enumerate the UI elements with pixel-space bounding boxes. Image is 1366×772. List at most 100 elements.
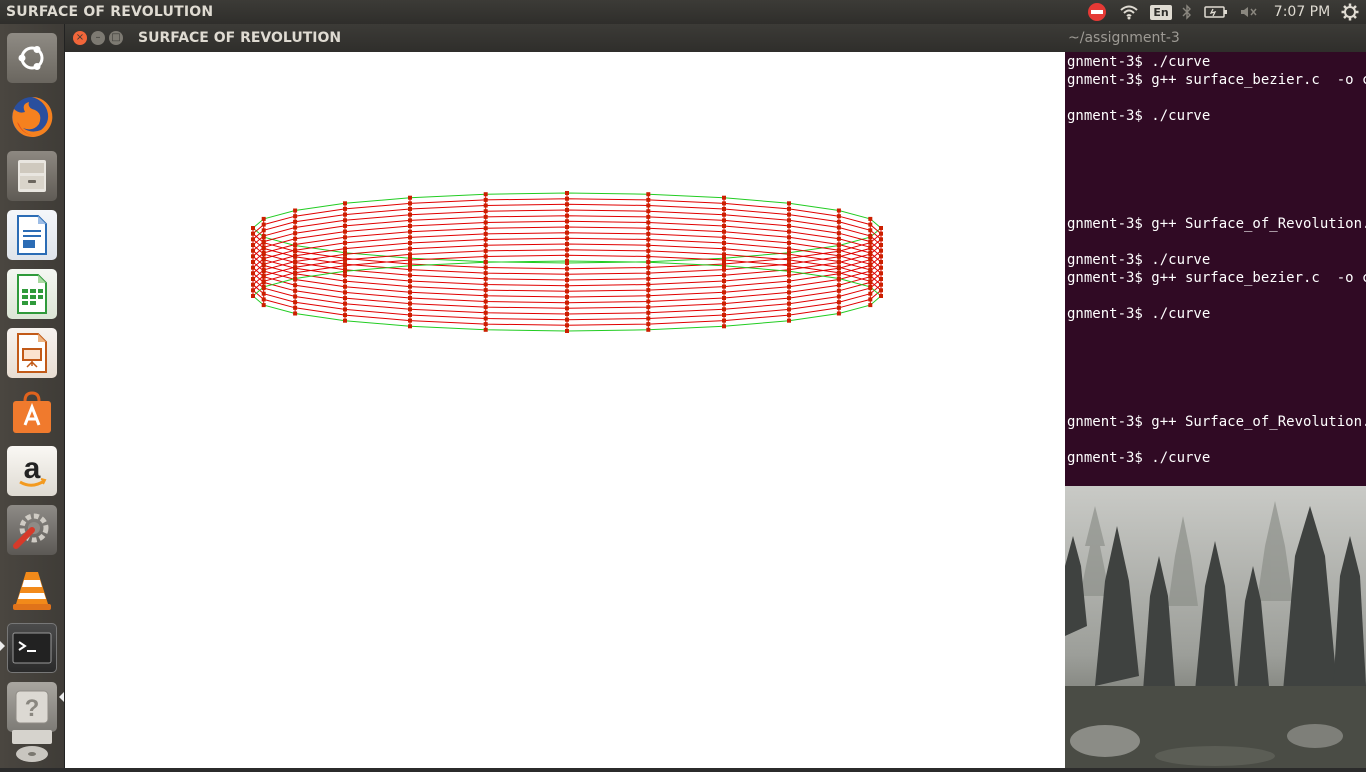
control-point — [836, 305, 841, 310]
control-point — [293, 259, 298, 264]
control-point — [787, 313, 791, 318]
control-point — [483, 322, 488, 327]
svg-text:a: a — [24, 452, 41, 485]
writer-icon — [17, 215, 47, 255]
control-point — [879, 265, 883, 270]
control-point — [565, 306, 569, 311]
control-point — [343, 218, 347, 223]
control-point — [293, 242, 298, 247]
control-point — [343, 269, 347, 274]
control-point — [261, 279, 266, 284]
control-point — [483, 243, 488, 248]
control-point — [787, 223, 791, 228]
control-point — [483, 192, 488, 197]
control-point — [251, 226, 255, 230]
control-point — [646, 192, 651, 197]
control-point — [646, 254, 651, 259]
control-point — [483, 316, 488, 321]
control-point — [565, 283, 569, 288]
control-point — [868, 228, 873, 233]
terminal-line: gnment-3$ g++ Surface_of_Revolution.c -o… — [1067, 216, 1366, 232]
control-point — [722, 258, 726, 262]
file-cabinet-icon — [18, 160, 46, 192]
terminal-line: gnment-3$ g++ Surface_of_Revolution.c -o… — [1067, 414, 1366, 430]
control-point — [408, 267, 412, 272]
control-point — [261, 239, 266, 244]
gear-icon[interactable] — [1339, 0, 1361, 24]
maximize-button[interactable]: □ — [109, 31, 123, 45]
control-point — [565, 272, 569, 277]
control-point — [787, 273, 791, 278]
app-titlebar[interactable]: × – □ SURFACE OF REVOLUTION — [65, 24, 1065, 52]
volume-muted-icon[interactable] — [1238, 0, 1260, 24]
top-panel: SURFACE OF REVOLUTION En 7:07 PM — [0, 0, 1366, 24]
control-point — [722, 296, 726, 300]
control-point — [251, 231, 255, 236]
battery-icon[interactable] — [1203, 0, 1229, 24]
clock[interactable]: 7:07 PM — [1270, 0, 1334, 24]
launcher-item-vlc[interactable] — [7, 564, 57, 614]
launcher-item-libreoffice-impress[interactable] — [7, 328, 57, 378]
control-point — [261, 245, 266, 250]
launcher-item-system-settings[interactable] — [7, 505, 57, 555]
control-point — [879, 282, 883, 287]
control-point — [787, 212, 791, 217]
impress-icon — [17, 333, 47, 373]
control-point — [646, 243, 651, 248]
wifi-icon[interactable] — [1117, 0, 1141, 24]
control-point — [261, 228, 266, 233]
control-point — [343, 201, 347, 206]
control-point — [879, 231, 883, 236]
control-point — [836, 253, 841, 258]
minimize-button[interactable]: – — [91, 31, 105, 45]
keyboard-lang-label: En — [1150, 4, 1172, 20]
control-point — [343, 263, 347, 268]
launcher-item-amazon[interactable]: a — [7, 446, 57, 496]
control-point — [565, 323, 569, 328]
control-point — [722, 252, 726, 257]
control-point — [879, 243, 883, 247]
control-point — [879, 294, 883, 298]
launcher-item-libreoffice-writer[interactable] — [7, 210, 57, 260]
control-point — [343, 235, 347, 240]
control-point — [408, 246, 412, 251]
control-point — [868, 297, 873, 302]
control-point — [565, 247, 569, 252]
launcher-item-dvd-drive[interactable] — [7, 726, 57, 766]
control-point — [293, 305, 298, 310]
control-point — [293, 253, 298, 258]
bluetooth-icon[interactable] — [1178, 0, 1196, 24]
no-entry-icon[interactable] — [1086, 0, 1108, 24]
control-point — [646, 265, 651, 270]
launcher-item-software-center[interactable] — [7, 387, 57, 437]
terminal-window[interactable]: ~/assignment-3 gnment-3$ ./curve gnment-3… — [1065, 24, 1366, 486]
control-point — [787, 318, 791, 323]
control-point — [293, 214, 298, 219]
control-point — [565, 329, 569, 333]
launcher-item-ubuntu-dash[interactable] — [7, 33, 57, 83]
control-point — [836, 288, 841, 293]
control-point — [408, 241, 412, 245]
launcher-item-firefox[interactable] — [7, 92, 57, 142]
terminal-titlebar[interactable]: ~/assignment-3 — [1065, 24, 1366, 52]
control-point — [483, 248, 488, 253]
help-icon: ? — [15, 690, 49, 724]
launcher-item-files[interactable] — [7, 151, 57, 201]
control-point — [483, 276, 488, 281]
control-point — [261, 233, 266, 238]
launcher-item-terminal[interactable] — [7, 623, 57, 673]
close-button[interactable]: × — [73, 31, 87, 45]
amazon-icon: a — [19, 452, 47, 487]
opengl-canvas[interactable] — [65, 52, 1065, 768]
control-point — [293, 219, 298, 224]
launcher-item-libreoffice-calc[interactable] — [7, 269, 57, 319]
surface-of-revolution-render — [251, 191, 883, 333]
control-point — [251, 282, 255, 287]
keyboard-language-indicator[interactable]: En — [1149, 0, 1173, 24]
control-point — [836, 208, 841, 213]
disc-icon — [12, 730, 52, 762]
terminal-output[interactable]: gnment-3$ ./curve gnment-3$ g++ surface_b… — [1067, 53, 1366, 467]
launcher-item-help[interactable]: ? — [7, 682, 57, 732]
